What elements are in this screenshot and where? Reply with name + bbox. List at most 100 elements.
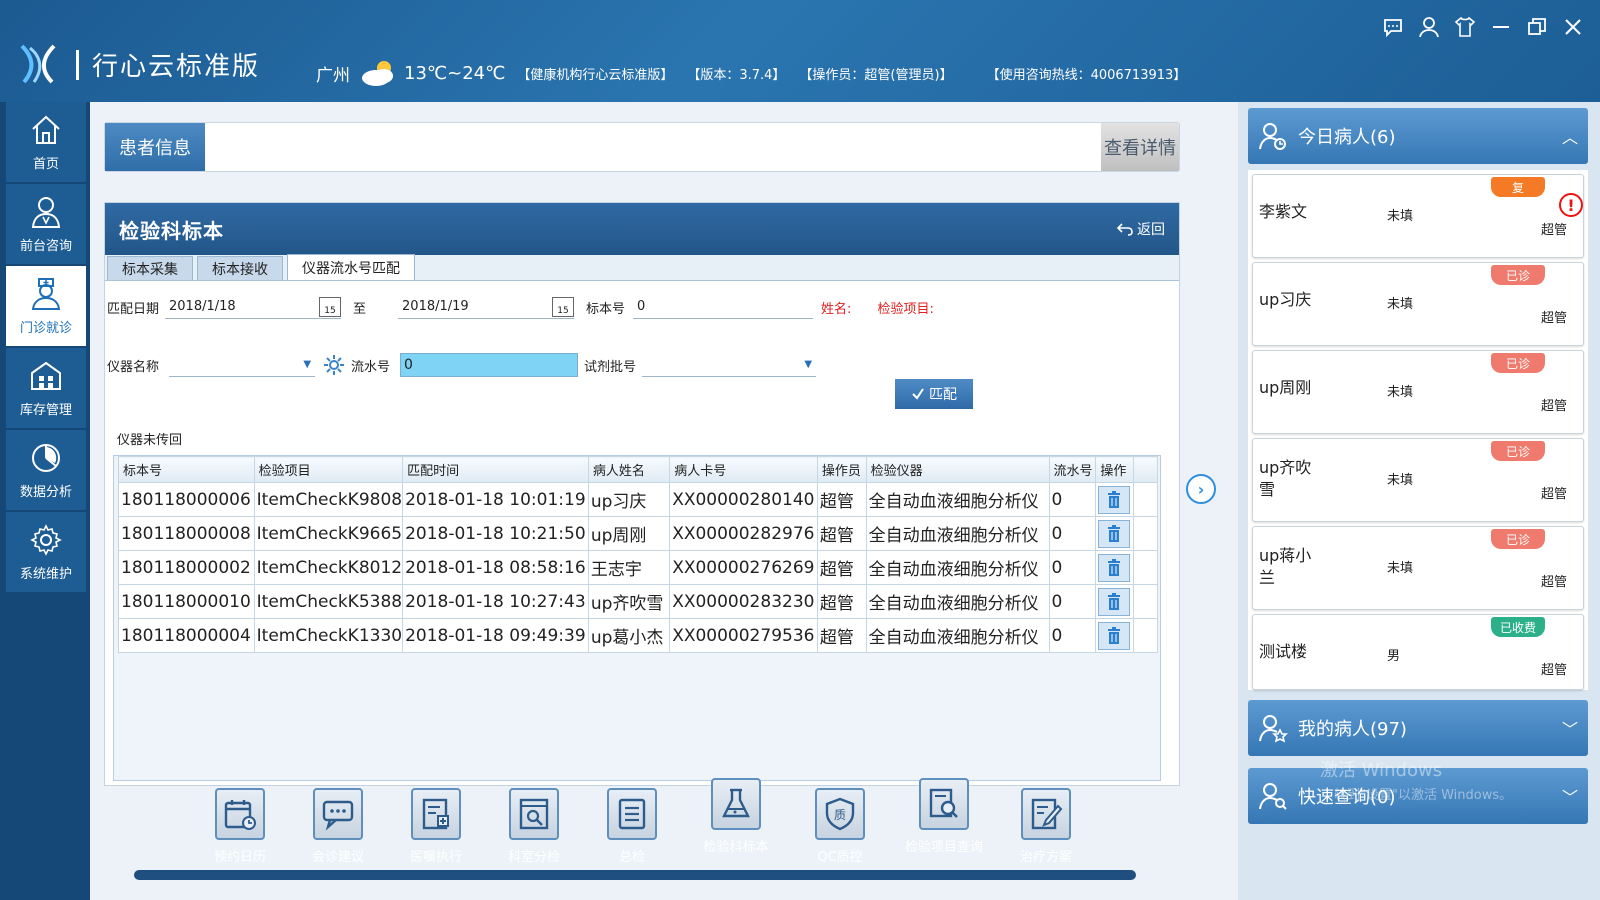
table-row[interactable]: 180118000008 ItemCheckK9665 2018-01-18 10:… [118,516,1158,551]
col-match-time[interactable]: 匹配时间 [402,456,589,483]
patient-operator: 超管 [1540,399,1567,414]
trash-icon [1108,592,1121,610]
back-button[interactable]: 返回 [1117,219,1165,239]
org-label: 【健康机构行心云标准版】 [517,67,674,83]
today-patients-header[interactable]: 今日病人(6) ︿ [1248,108,1588,164]
my-patients-header[interactable]: 我的病人(97) ﹀ [1248,700,1588,756]
patient-name: up周刚 [1259,378,1312,397]
chevron-down-icon[interactable]: ﹀ [1562,784,1578,808]
patient-star-icon [1259,715,1288,743]
date-to-value: 2018/1/19 [402,299,469,314]
col-patient-name[interactable]: 病人姓名 [587,456,671,483]
skin-icon[interactable] [1452,14,1478,40]
col-operator[interactable]: 操作员 [816,456,867,483]
patient-card[interactable]: 已诊 up习庆 未填 超管 [1252,262,1584,346]
instrument-select[interactable]: ▼ [169,353,316,377]
sidebar: 首页 前台咨询 门诊就诊 库存管理 数据分析 系统维护 [0,102,90,900]
delete-button[interactable] [1098,621,1131,650]
minimize-icon[interactable] [1488,14,1514,40]
status-badge: 已诊 [1491,529,1545,549]
horizontal-scrollbar[interactable] [134,870,1136,880]
view-details-button[interactable]: 查看详情 [1101,123,1179,171]
chevron-down-icon: ▼ [303,359,312,370]
sidebar-item-consult[interactable]: 前台咨询 [6,184,86,264]
tool-appointment-calendar[interactable]: 预约日历 [200,788,280,865]
table-row[interactable]: 180118000002 ItemCheckK8012 2018-01-18 08:… [118,550,1158,585]
sidebar-item-outpatient[interactable]: 门诊就诊 [6,266,86,346]
patient-name: up蒋小兰 [1259,546,1312,587]
search-doc-icon [929,788,958,818]
settings-icon[interactable] [323,354,345,376]
table-row[interactable]: 180118000004 ItemCheckK1330 2018-01-18 09:… [118,618,1158,653]
patient-gender: 未填 [1387,561,1414,576]
panel-header: 检验科标本 返回 [105,203,1179,255]
table-row[interactable]: 180118000006 ItemCheckK9808 2018-01-18 10:… [118,482,1158,517]
close-icon[interactable] [1560,14,1586,40]
status-badge: 已诊 [1491,265,1545,285]
delete-button[interactable] [1098,553,1131,582]
tab-flow-number-match[interactable]: 仪器流水号匹配 [287,254,415,280]
tool-consultation-advice[interactable]: 会诊建议 [298,788,378,865]
chevron-down-icon[interactable]: ﹀ [1562,716,1578,740]
tab-specimen-receive[interactable]: 标本接收 [197,256,283,280]
chevron-up-icon[interactable]: ︿ [1562,124,1578,148]
doctor-icon [31,277,61,310]
patient-operator: 超管 [1540,663,1567,678]
tool-order-execution[interactable]: 医嘱执行 [396,788,476,865]
tool-qc[interactable]: 质 QC质控 [800,788,880,865]
logo-separator [76,50,79,80]
patient-card[interactable]: 复 ! 李紫文 未填 超管 [1252,174,1584,258]
calendar-icon[interactable]: 15 [319,296,342,317]
message-icon[interactable] [1380,14,1406,40]
specimen-no-input[interactable]: 0 [633,295,814,319]
trash-icon [1108,490,1121,508]
tool-treatment-plan[interactable]: 治疗方案 [1006,788,1086,865]
delete-button[interactable] [1098,485,1131,514]
col-flow-no[interactable]: 流水号 [1048,456,1097,483]
restore-icon[interactable] [1524,14,1550,40]
tool-lab-specimen[interactable]: 检验科标本 [696,778,776,855]
col-check-item[interactable]: 检验项目 [253,456,404,483]
table-row[interactable]: 180118000010 ItemCheckK5388 2018-01-18 10:… [118,584,1158,619]
main-content: 患者信息 查看详情 检验科标本 返回 标本采集 标本接收 仪器流水号匹配 匹配日… [90,102,1238,900]
sidebar-item-home[interactable]: 首页 [6,102,86,182]
tool-general-check[interactable]: 总检 [592,788,672,865]
patient-gender: 男 [1387,649,1401,664]
sidebar-item-system[interactable]: 系统维护 [6,512,86,592]
patient-card[interactable]: 已收费 测试楼 男 超管 [1252,614,1584,690]
tool-dept-check[interactable]: 科室分检 [494,788,574,865]
patient-card[interactable]: 已诊 up蒋小兰 未填 超管 [1252,526,1584,610]
date-from-field[interactable]: 2018/1/18 15 [165,295,342,319]
specimen-table: 标本号 检验项目 匹配时间 病人姓名 病人卡号 操作员 检验仪器 流水号 操作 [118,456,1158,653]
instrument-filter-row: 仪器名称 ▼ 流水号 0 试剂批号 ▼ [107,353,817,377]
edit-doc-icon [1031,798,1063,830]
reagent-batch-label: 试剂批号 [584,359,637,375]
alert-icon: ! [1559,193,1583,217]
delete-button[interactable] [1098,519,1131,548]
patient-name: up习庆 [1259,290,1312,309]
tool-item-query[interactable]: 检验项目查询 [904,778,984,855]
home-icon [32,115,60,144]
user-icon[interactable] [1416,14,1442,40]
delete-button[interactable] [1098,587,1131,616]
col-specimen-no[interactable]: 标本号 [118,456,255,483]
patient-card[interactable]: 已诊 up齐吹雪 未填 超管 [1252,438,1584,522]
col-patient-card[interactable]: 病人卡号 [669,456,818,483]
sidebar-item-analysis[interactable]: 数据分析 [6,430,86,510]
date-to-field[interactable]: 2018/1/19 15 [398,295,575,319]
expand-right-panel-icon[interactable]: › [1186,474,1216,504]
window-controls [1380,14,1586,40]
match-button[interactable]: 匹配 [895,379,973,409]
patient-name: 李紫文 [1259,202,1308,221]
sidebar-item-inventory[interactable]: 库存管理 [6,348,86,428]
patient-card[interactable]: 已诊 up周刚 未填 超管 [1252,350,1584,434]
tab-specimen-collection[interactable]: 标本采集 [107,256,193,280]
shield-icon: 质 [825,797,855,831]
reagent-batch-select[interactable]: ▼ [642,353,817,377]
status-badge: 已诊 [1491,441,1545,461]
flow-no-input[interactable]: 0 [400,353,579,377]
col-instrument[interactable]: 检验仪器 [865,456,1050,483]
calendar-icon[interactable]: 15 [552,296,575,317]
patient-group-icon [1259,123,1286,150]
patient-operator: 超管 [1540,311,1567,326]
